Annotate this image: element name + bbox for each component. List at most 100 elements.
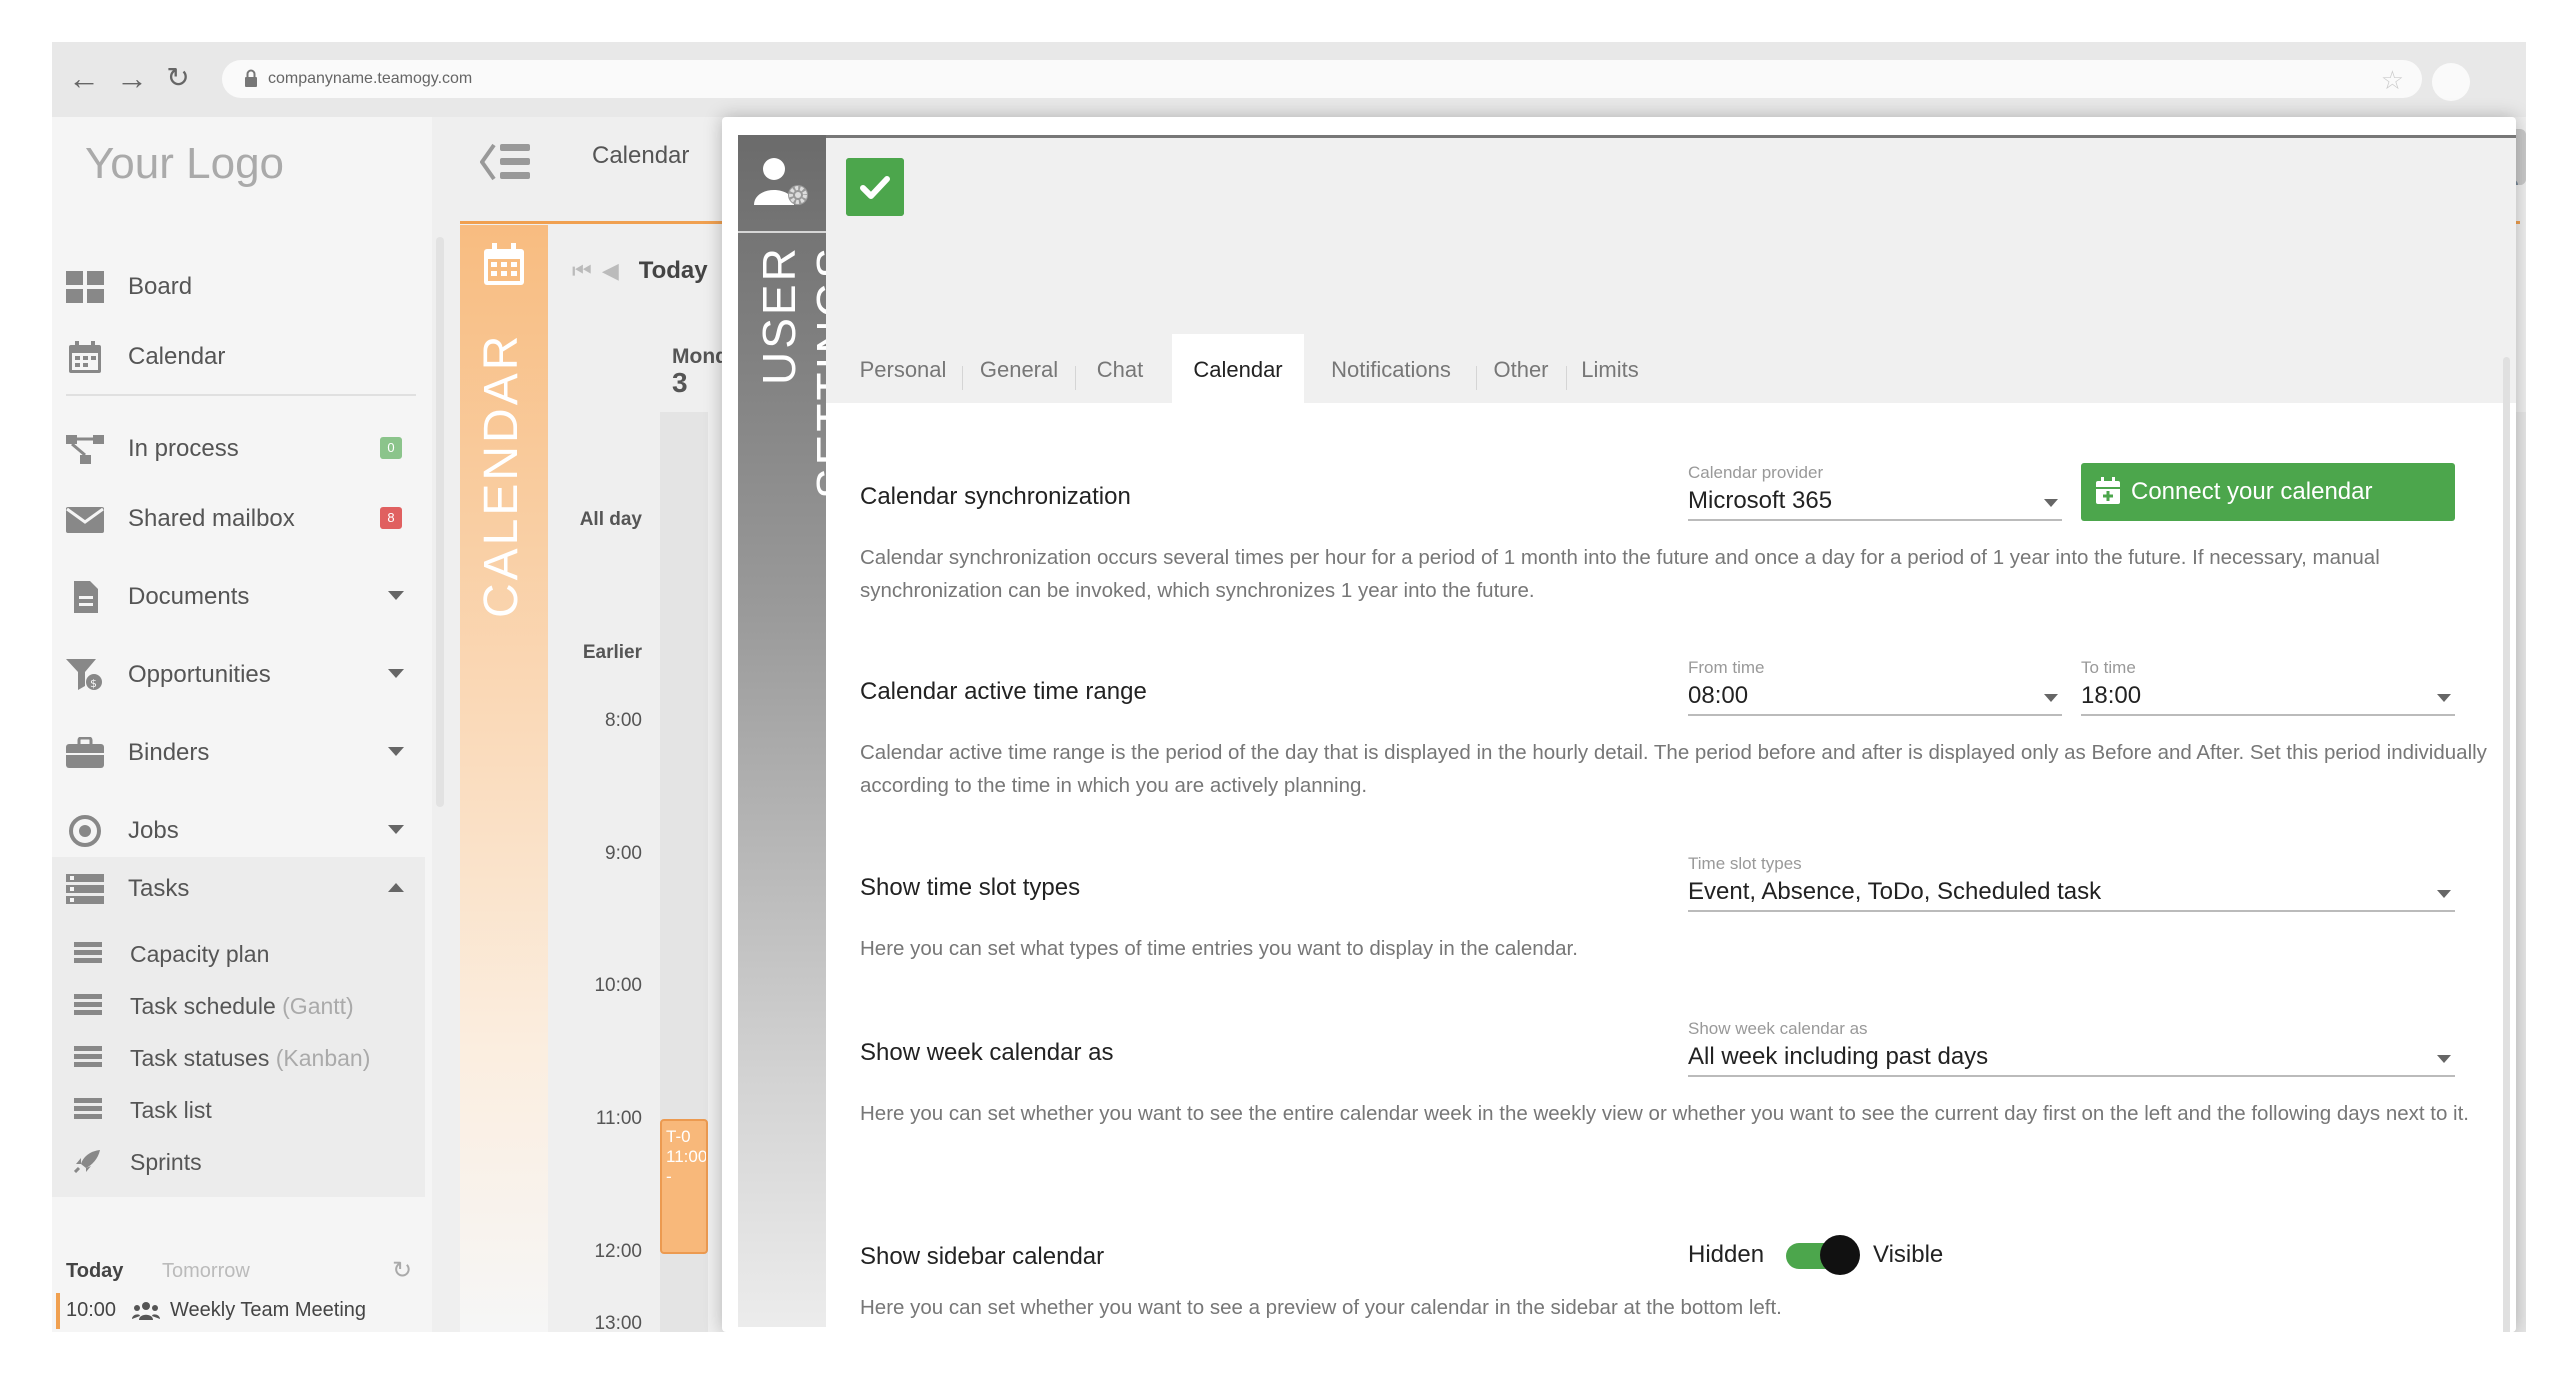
menu-collapse-icon[interactable]	[480, 141, 532, 183]
time-slot-types-select[interactable]: Time slot types Event, Absence, ToDo, Sc…	[1688, 854, 2455, 912]
sidebar-subitem-task-list[interactable]: Task list	[74, 1087, 414, 1131]
sidebar-subitem-label: Task statuses (Kanban)	[130, 1045, 371, 1071]
sidebar-scrollbar[interactable]	[436, 237, 444, 807]
sidebar-item-calendar[interactable]: Calendar	[66, 327, 426, 387]
field-label: Time slot types	[1688, 854, 1802, 873]
tab-personal[interactable]: Personal	[846, 334, 960, 406]
sidebar-subitem-label: Capacity plan	[130, 941, 270, 967]
toggle-on-label: Visible	[1873, 1241, 1944, 1268]
setting-time-slot-types: Show time slot types Time slot types Eve…	[826, 854, 2516, 964]
sidebar-item-shared-mailbox[interactable]: Shared mailbox 8	[66, 489, 426, 549]
setting-title: Calendar synchronization	[860, 483, 1131, 510]
hour-label: 12:00	[594, 1241, 642, 1262]
user-settings-icon	[754, 158, 808, 205]
sidebar-subitem-sprints[interactable]: Sprints	[74, 1139, 414, 1183]
tab-divider	[1566, 366, 1567, 390]
sidebar: Your Logo Board Calendar In process 0 Sh…	[52, 117, 432, 1332]
setting-time-range: Calendar active time range From time 08:…	[826, 658, 2516, 808]
reload-icon[interactable]: ↻	[160, 60, 196, 96]
back-arrow-icon[interactable]: ←	[66, 60, 102, 96]
chevron-down-icon[interactable]	[388, 825, 404, 834]
save-check-button[interactable]	[846, 158, 904, 216]
tab-limits[interactable]: Limits	[1568, 334, 1652, 406]
forward-arrow-icon[interactable]: →	[114, 60, 150, 96]
sidebar-item-opportunities[interactable]: $ Opportunities	[66, 645, 426, 705]
sidebar-item-documents[interactable]: Documents	[66, 567, 426, 627]
sidebar-item-jobs[interactable]: Jobs	[66, 801, 426, 861]
board-icon	[66, 271, 104, 303]
calendar-side-strip: CALENDAR	[460, 225, 548, 1332]
sidebar-item-in-process[interactable]: In process 0	[66, 419, 426, 479]
sidebar-subitem-task-statuses[interactable]: Task statuses (Kanban)	[74, 1035, 414, 1079]
field-label: From time	[1688, 658, 1765, 677]
settings-header: Personal General Chat Calendar Notificat…	[826, 135, 2516, 406]
from-time-select[interactable]: From time 08:00	[1688, 658, 2062, 716]
calendar-strip-label: CALENDAR	[475, 333, 528, 619]
chevron-down-icon[interactable]	[388, 669, 404, 678]
browser-profile-icon[interactable]	[2432, 63, 2470, 101]
connect-calendar-button[interactable]: Connect your calendar	[2081, 463, 2455, 521]
svg-text:$: $	[90, 677, 97, 690]
tab-chat[interactable]: Chat	[1076, 334, 1164, 406]
chevron-up-icon[interactable]	[388, 883, 404, 892]
lock-icon	[245, 69, 257, 87]
setting-calendar-sync: Calendar synchronization Calendar provid…	[826, 463, 2516, 613]
chevron-down-icon[interactable]	[388, 591, 404, 600]
sidebar-item-label: Jobs	[128, 817, 179, 844]
field-value: 18:00	[2081, 682, 2142, 709]
tab-other[interactable]: Other	[1478, 334, 1564, 406]
calendar-controls: ⏮ ◀ Today	[572, 257, 708, 285]
previous-icon[interactable]: ◀	[602, 258, 619, 283]
hour-label: 9:00	[605, 843, 642, 864]
setting-description: Calendar synchronization occurs several …	[860, 546, 2380, 602]
calendar-icon	[69, 341, 101, 373]
toggle-knob[interactable]	[1820, 1235, 1860, 1275]
setting-description: Calendar active time range is the period…	[860, 741, 2487, 797]
hour-label: 13:00	[594, 1313, 642, 1332]
sidebar-item-label: Documents	[128, 583, 250, 610]
chevron-down-icon[interactable]	[388, 747, 404, 756]
tab-notifications[interactable]: Notifications	[1312, 334, 1470, 406]
bookmark-star-icon[interactable]: ☆	[2381, 65, 2404, 96]
hour-label: 11:00	[595, 1108, 642, 1129]
rocket-icon	[74, 1150, 100, 1173]
today-button[interactable]: Today	[639, 257, 708, 284]
sidebar-subitem-task-schedule[interactable]: Task schedule (Gantt)	[74, 983, 414, 1027]
address-bar[interactable]: companyname.teamogy.com ☆	[222, 60, 2422, 98]
event-line-1: T-0	[666, 1127, 691, 1146]
sidebar-subitem-label: Sprints	[130, 1149, 202, 1175]
setting-title: Show time slot types	[860, 874, 1081, 901]
list-icon	[74, 942, 102, 963]
sidebar-subitem-label: Task list	[130, 1097, 212, 1123]
tab-divider	[1476, 366, 1477, 390]
opportunities-icon: $	[66, 659, 102, 690]
sidebar-item-binders[interactable]: Binders	[66, 723, 426, 783]
list-icon	[74, 1046, 102, 1067]
setting-title: Show sidebar calendar	[860, 1243, 1105, 1270]
setting-description: Here you can set what types of time entr…	[860, 937, 1578, 960]
to-time-select[interactable]: To time 18:00	[2081, 658, 2455, 716]
breadcrumb: Calendar	[592, 142, 690, 169]
all-day-label: All day	[579, 509, 642, 530]
week-calendar-select[interactable]: Show week calendar as All week including…	[1688, 1019, 2455, 1077]
calendar-provider-select[interactable]: Calendar provider Microsoft 365	[1688, 463, 2062, 521]
calendar-icon[interactable]	[482, 243, 526, 287]
sidebar-item-board[interactable]: Board	[66, 257, 426, 317]
tab-tomorrow[interactable]: Tomorrow	[162, 1260, 250, 1283]
tab-general[interactable]: General	[964, 334, 1074, 406]
calendar-event[interactable]: T-0 11:00 -	[660, 1119, 708, 1254]
tab-today[interactable]: Today	[66, 1260, 123, 1283]
setting-description: Here you can set whether you want to see…	[860, 1296, 1782, 1319]
sidebar-item-label: Opportunities	[128, 661, 271, 688]
settings-scrollbar[interactable]	[2503, 357, 2510, 1332]
refresh-icon[interactable]: ↻	[392, 1256, 412, 1285]
dropdown-arrow-icon	[2044, 499, 2058, 507]
first-page-icon[interactable]: ⏮	[572, 258, 592, 283]
sidebar-item-tasks[interactable]: Tasks	[66, 859, 426, 919]
sidebar-divider	[66, 394, 416, 396]
sidebar-subitem-capacity-plan[interactable]: Capacity plan	[74, 931, 414, 975]
tab-calendar[interactable]: Calendar	[1172, 334, 1304, 406]
list-icon	[74, 1098, 102, 1119]
sidebar-calendar-toggle[interactable]: Hidden Visible	[1688, 1233, 1988, 1277]
sidebar-event[interactable]: 10:00 Weekly Team Meeting	[56, 1293, 426, 1329]
